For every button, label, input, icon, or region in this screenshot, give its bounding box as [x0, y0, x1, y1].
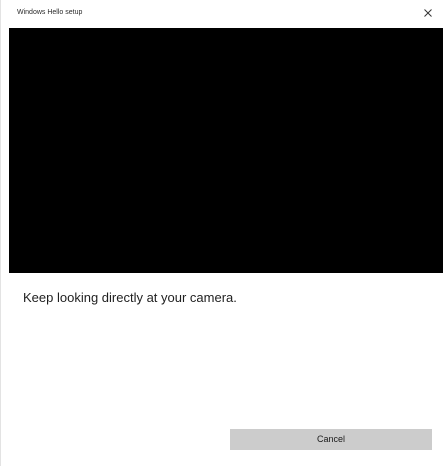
close-icon — [423, 8, 433, 18]
cancel-button[interactable]: Cancel — [230, 429, 432, 450]
window-title: Windows Hello setup — [17, 9, 83, 16]
instruction-text: Keep looking directly at your camera. — [23, 290, 237, 305]
camera-preview — [9, 28, 443, 273]
windows-hello-setup-window: Windows Hello setup Keep looking directl… — [0, 0, 443, 466]
close-button[interactable] — [418, 4, 438, 22]
title-bar: Windows Hello setup — [1, 0, 443, 28]
